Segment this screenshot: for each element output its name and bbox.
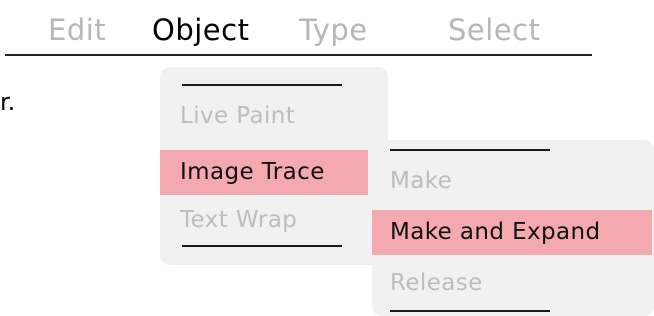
menu-select[interactable]: Select [448,13,540,47]
menu-type[interactable]: Type [299,13,368,47]
menu-edit[interactable]: Edit [48,13,106,47]
menu-item-text-wrap[interactable]: Text Wrap [160,198,386,243]
submenu-bottom-separator [390,310,550,312]
menu-top-separator [182,84,342,86]
submenu-top-separator [390,149,550,151]
submenu-item-release[interactable]: Release [372,261,652,306]
menu-item-image-trace[interactable]: Image Trace [160,150,368,195]
submenu-item-make-and-expand[interactable]: Make and Expand [372,210,652,255]
menu-item-live-paint[interactable]: Live Paint [160,94,386,139]
menu-bottom-separator [182,245,342,247]
partial-document-text: r. [0,88,16,116]
submenu-item-make[interactable]: Make [372,159,652,204]
image-trace-submenu: Make Make and Expand Release [372,140,654,316]
object-menu: Live Paint Image Trace Text Wrap [160,67,388,265]
menubar-divider [5,54,592,56]
menu-object[interactable]: Object [152,13,249,47]
